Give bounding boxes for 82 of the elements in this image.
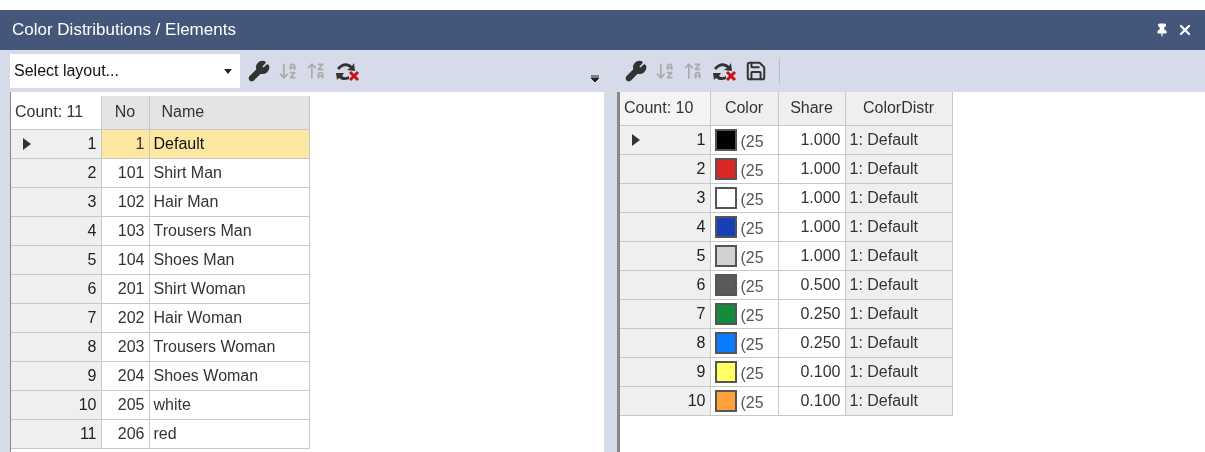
- count-header: Count: 10: [620, 92, 710, 125]
- row-header[interactable]: 11: [11, 419, 101, 448]
- color-value: (25: [740, 276, 764, 297]
- color-value: (25: [740, 131, 764, 152]
- table-cell: Trousers Woman: [149, 332, 309, 361]
- table-cell: 1: Default: [845, 154, 952, 183]
- table-cell: 1: Default: [845, 386, 952, 415]
- dropdown-caret-icon[interactable]: [224, 68, 232, 74]
- color-value: (25: [740, 218, 764, 239]
- row-header[interactable]: 1: [620, 125, 710, 154]
- table-cell: Shirt Man: [149, 158, 309, 187]
- table-cell: 0.100: [778, 357, 845, 386]
- table-cell: Default: [149, 129, 309, 158]
- table-cell: 1.000: [778, 154, 845, 183]
- color-value: (25: [740, 305, 764, 326]
- table-cell: Shoes Woman: [149, 361, 309, 390]
- table-cell: 1: Default: [845, 212, 952, 241]
- clear-filter-icon[interactable]: [334, 60, 360, 82]
- color-value: (25: [740, 160, 764, 181]
- close-icon[interactable]: [1177, 22, 1193, 38]
- overflow-icon[interactable]: [591, 75, 599, 83]
- row-header[interactable]: 3: [620, 183, 710, 212]
- color-value: (25: [740, 392, 764, 413]
- row-header[interactable]: 9: [11, 361, 101, 390]
- table-cell: Hair Woman: [149, 303, 309, 332]
- current-row-icon: [632, 133, 640, 146]
- table-cell: 1: Default: [845, 125, 952, 154]
- clear-filter-icon[interactable]: [711, 60, 737, 82]
- row-header[interactable]: 1: [11, 129, 101, 158]
- table-cell: 1: Default: [845, 328, 952, 357]
- table-cell: 1.000: [778, 212, 845, 241]
- row-header[interactable]: 5: [11, 245, 101, 274]
- count-header: Count: 11: [11, 96, 101, 129]
- column-header[interactable]: No: [101, 96, 149, 129]
- row-header[interactable]: 6: [11, 274, 101, 303]
- window-title: Color Distributions / Elements: [12, 19, 236, 42]
- column-header[interactable]: Color: [710, 92, 778, 125]
- layout-select[interactable]: Select layout...: [10, 54, 240, 88]
- row-header[interactable]: 4: [11, 216, 101, 245]
- column-header[interactable]: Share: [778, 92, 845, 125]
- color-value: (25: [740, 189, 764, 210]
- table-cell: 0.250: [778, 299, 845, 328]
- current-row-icon: [23, 137, 31, 150]
- row-header[interactable]: 7: [620, 299, 710, 328]
- table-cell: Shirt Woman: [149, 274, 309, 303]
- row-header[interactable]: 4: [620, 212, 710, 241]
- column-header[interactable]: ColorDistr: [845, 92, 952, 125]
- table-cell: 1.000: [778, 183, 845, 212]
- row-header[interactable]: 2: [11, 158, 101, 187]
- table-cell: 0.250: [778, 328, 845, 357]
- table-cell: 1: Default: [845, 241, 952, 270]
- column-header[interactable]: Name: [149, 96, 309, 129]
- table-cell: Hair Man: [149, 187, 309, 216]
- table-cell: 1.000: [778, 125, 845, 154]
- row-header[interactable]: 10: [620, 386, 710, 415]
- row-header[interactable]: 5: [620, 241, 710, 270]
- table-cell: 0.100: [778, 386, 845, 415]
- table-cell: 1: Default: [845, 357, 952, 386]
- color-value: (25: [740, 334, 764, 355]
- table-cell: 1: Default: [845, 270, 952, 299]
- table-cell: white: [149, 390, 309, 419]
- color-value: (25: [740, 363, 764, 384]
- wrench-icon[interactable]: [625, 60, 647, 82]
- table-cell: red: [149, 419, 309, 448]
- color-value: (25: [740, 247, 764, 268]
- row-header[interactable]: 9: [620, 357, 710, 386]
- wrench-icon[interactable]: [248, 60, 270, 82]
- save-icon[interactable]: [745, 60, 767, 82]
- row-header[interactable]: 3: [11, 187, 101, 216]
- table-cell: 0.500: [778, 270, 845, 299]
- row-header[interactable]: 8: [11, 332, 101, 361]
- table-cell: Shoes Man: [149, 245, 309, 274]
- row-header[interactable]: 10: [11, 390, 101, 419]
- row-header[interactable]: 7: [11, 303, 101, 332]
- row-header[interactable]: 8: [620, 328, 710, 357]
- row-header[interactable]: 6: [620, 270, 710, 299]
- table-cell: 1: Default: [845, 299, 952, 328]
- table-cell: 1.000: [778, 241, 845, 270]
- table-cell: 1: Default: [845, 183, 952, 212]
- pin-icon[interactable]: [1155, 23, 1169, 37]
- row-header[interactable]: 2: [620, 154, 710, 183]
- table-cell: Trousers Man: [149, 216, 309, 245]
